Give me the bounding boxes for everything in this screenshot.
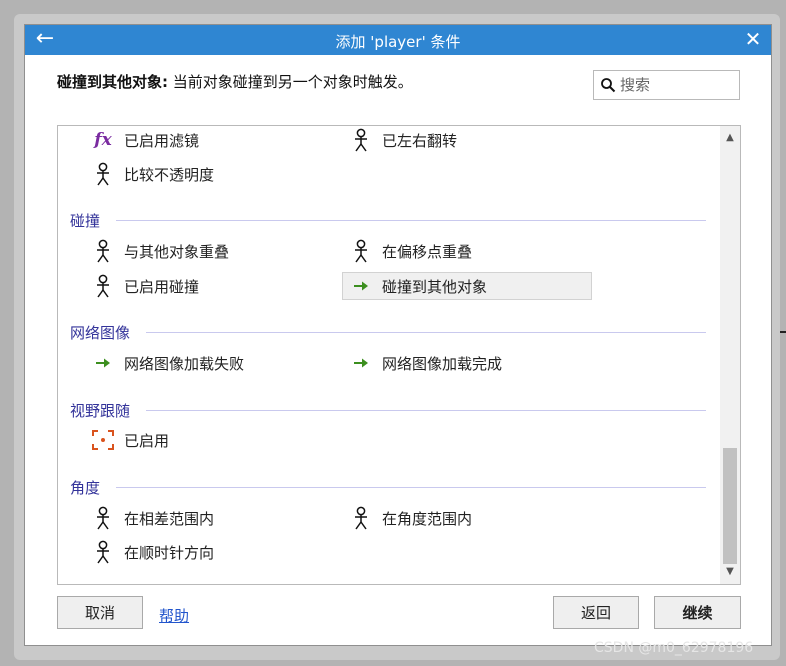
person-icon — [348, 238, 374, 264]
list-item-flipped[interactable]: 已左右翻转 — [348, 126, 457, 154]
person-icon — [90, 161, 116, 187]
list-item-label: 与其他对象重叠 — [124, 242, 230, 261]
list-item-label: 碰撞到其他对象 — [382, 277, 488, 296]
list-item-label: 已启用 — [124, 431, 170, 450]
category-divider — [116, 220, 706, 221]
fx-icon: fx — [94, 130, 112, 150]
list-item-label: 已启用碰撞 — [124, 277, 200, 296]
dialog-title: 添加 'player' 条件 — [335, 33, 461, 51]
condition-list-content: fx 已启用滤镜 已左右翻转 比较不透明度 碰撞 与其他对象重叠 在偏移点重叠 … — [58, 126, 722, 584]
list-item-label: 已启用滤镜 — [124, 131, 200, 150]
list-item-label: 网络图像加载完成 — [382, 354, 503, 373]
list-item-label: 在角度范围内 — [382, 509, 473, 528]
title-bar: ← 添加 'player' 条件 ✕ — [25, 25, 771, 55]
list-item-web-image-failed[interactable]: 网络图像加载失败 — [90, 349, 244, 377]
category-angle: 角度 — [70, 479, 101, 497]
list-item-label: 在相差范围内 — [124, 509, 215, 528]
search-box[interactable] — [593, 70, 740, 100]
list-item-overlap[interactable]: 与其他对象重叠 — [90, 237, 229, 265]
arrow-icon — [348, 273, 374, 299]
arrow-icon — [348, 350, 374, 376]
arrow-icon — [90, 350, 116, 376]
continue-button[interactable]: 继续 — [654, 596, 741, 629]
list-item-angle-range[interactable]: 在角度范围内 — [348, 504, 472, 532]
category-camera-follow: 视野跟随 — [70, 402, 131, 420]
list-item-collision-enabled[interactable]: 已启用碰撞 — [90, 272, 199, 300]
watermark: CSDN @m0_62978196 — [594, 640, 754, 656]
vertical-scrollbar[interactable]: ▲ ▼ — [720, 126, 740, 584]
person-icon — [90, 238, 116, 264]
focus-icon — [90, 427, 116, 453]
description-title: 碰撞到其他对象: — [57, 73, 168, 91]
list-item-angle-within[interactable]: 在相差范围内 — [90, 504, 214, 532]
category-divider — [116, 487, 706, 488]
list-item-filter-enabled[interactable]: fx 已启用滤镜 — [90, 126, 199, 154]
list-item-compare-opacity[interactable]: 比较不透明度 — [90, 160, 214, 188]
list-item-label: 在顺时针方向 — [124, 543, 215, 562]
condition-list: fx 已启用滤镜 已左右翻转 比较不透明度 碰撞 与其他对象重叠 在偏移点重叠 … — [57, 125, 741, 585]
category-divider — [146, 332, 706, 333]
list-item-on-collision-selected[interactable]: 碰撞到其他对象 — [342, 272, 592, 300]
scroll-up-icon[interactable]: ▲ — [720, 128, 740, 148]
condition-description: 碰撞到其他对象: 当前对象碰撞到另一个对象时触发。 — [57, 71, 413, 92]
cancel-button[interactable]: 取消 — [57, 596, 143, 629]
person-icon — [90, 273, 116, 299]
list-item-web-image-loaded[interactable]: 网络图像加载完成 — [348, 349, 502, 377]
scroll-down-icon[interactable]: ▼ — [720, 562, 740, 582]
list-item-camera-follow-enabled[interactable]: 已启用 — [90, 426, 169, 454]
person-icon — [348, 505, 374, 531]
person-icon — [90, 505, 116, 531]
search-icon — [601, 78, 616, 93]
list-item-overlap-offset[interactable]: 在偏移点重叠 — [348, 237, 472, 265]
category-collision: 碰撞 — [70, 212, 101, 230]
list-item-label: 比较不透明度 — [124, 165, 215, 184]
list-item-clockwise[interactable]: 在顺时针方向 — [90, 538, 214, 566]
close-icon[interactable]: ✕ — [741, 28, 765, 52]
list-item-label: 已左右翻转 — [382, 131, 458, 150]
category-divider — [146, 410, 706, 411]
add-condition-dialog: ← 添加 'player' 条件 ✕ 碰撞到其他对象: 当前对象碰撞到另一个对象… — [24, 24, 772, 646]
edge-divider — [780, 331, 786, 333]
list-item-label: 网络图像加载失败 — [124, 354, 245, 373]
help-link[interactable]: 帮助 — [159, 605, 189, 626]
back-button[interactable]: 返回 — [553, 596, 639, 629]
list-item-label: 在偏移点重叠 — [382, 242, 473, 261]
search-input[interactable] — [620, 74, 732, 96]
description-text: 当前对象碰撞到另一个对象时触发。 — [168, 73, 413, 91]
person-icon — [348, 127, 374, 153]
person-icon — [90, 539, 116, 565]
category-web-image: 网络图像 — [70, 324, 131, 342]
scrollbar-thumb[interactable] — [723, 448, 737, 564]
